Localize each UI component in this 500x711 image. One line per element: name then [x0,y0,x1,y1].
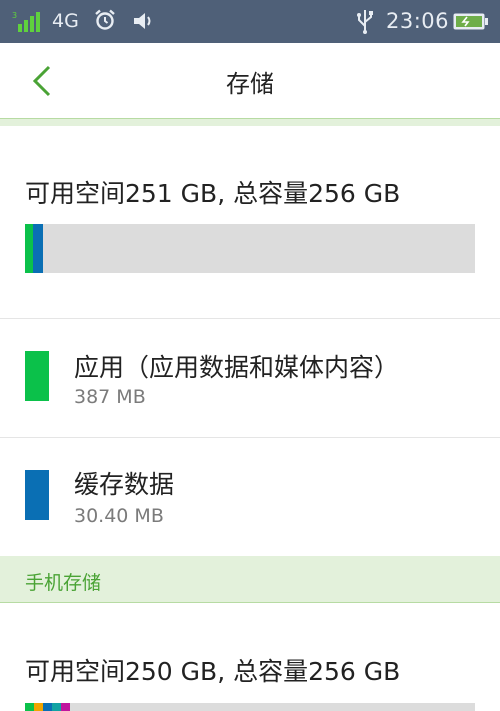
network-type: 4G [52,10,79,32]
usage-segment [33,224,43,273]
phone-storage-usage-bar [25,703,475,711]
app-bar: 存储 [0,43,500,118]
category-color-swatch [25,351,49,401]
category-label: 缓存数据 [74,470,175,499]
usage-segment [25,703,34,711]
alarm-icon [95,9,115,30]
svg-text:3: 3 [12,11,17,20]
category-color-swatch [25,470,49,520]
category-row-apps[interactable]: 应用（应用数据和媒体内容） 387 MB [0,320,500,438]
usage-segment [52,703,61,711]
phone-storage-header: 手机存储 [0,556,500,603]
category-row-cache[interactable]: 缓存数据 30.40 MB [0,439,500,557]
divider [0,437,500,438]
usage-segment [34,703,43,711]
signal-icon: 3 [12,11,40,32]
section-header-label: 手机存储 [25,572,102,594]
divider [0,318,500,319]
usb-icon [357,10,373,34]
usage-segment [43,703,52,711]
header-divider [0,118,500,126]
internal-storage-usage-bar [25,224,475,273]
usage-segment [25,224,33,273]
category-label: 应用（应用数据和媒体内容） [74,353,400,382]
internal-storage-summary: 可用空间251 GB, 总容量256 GB [25,179,401,208]
status-bar: 3 4G 23:06 [0,0,500,43]
status-time: 23:06 [386,9,450,33]
battery-icon [453,13,488,30]
category-size: 387 MB [74,386,146,408]
phone-storage-summary: 可用空间250 GB, 总容量256 GB [25,657,401,686]
page-title: 存储 [226,70,274,98]
usage-segment [61,703,70,711]
volume-icon [134,13,151,29]
category-size: 30.40 MB [74,505,164,527]
